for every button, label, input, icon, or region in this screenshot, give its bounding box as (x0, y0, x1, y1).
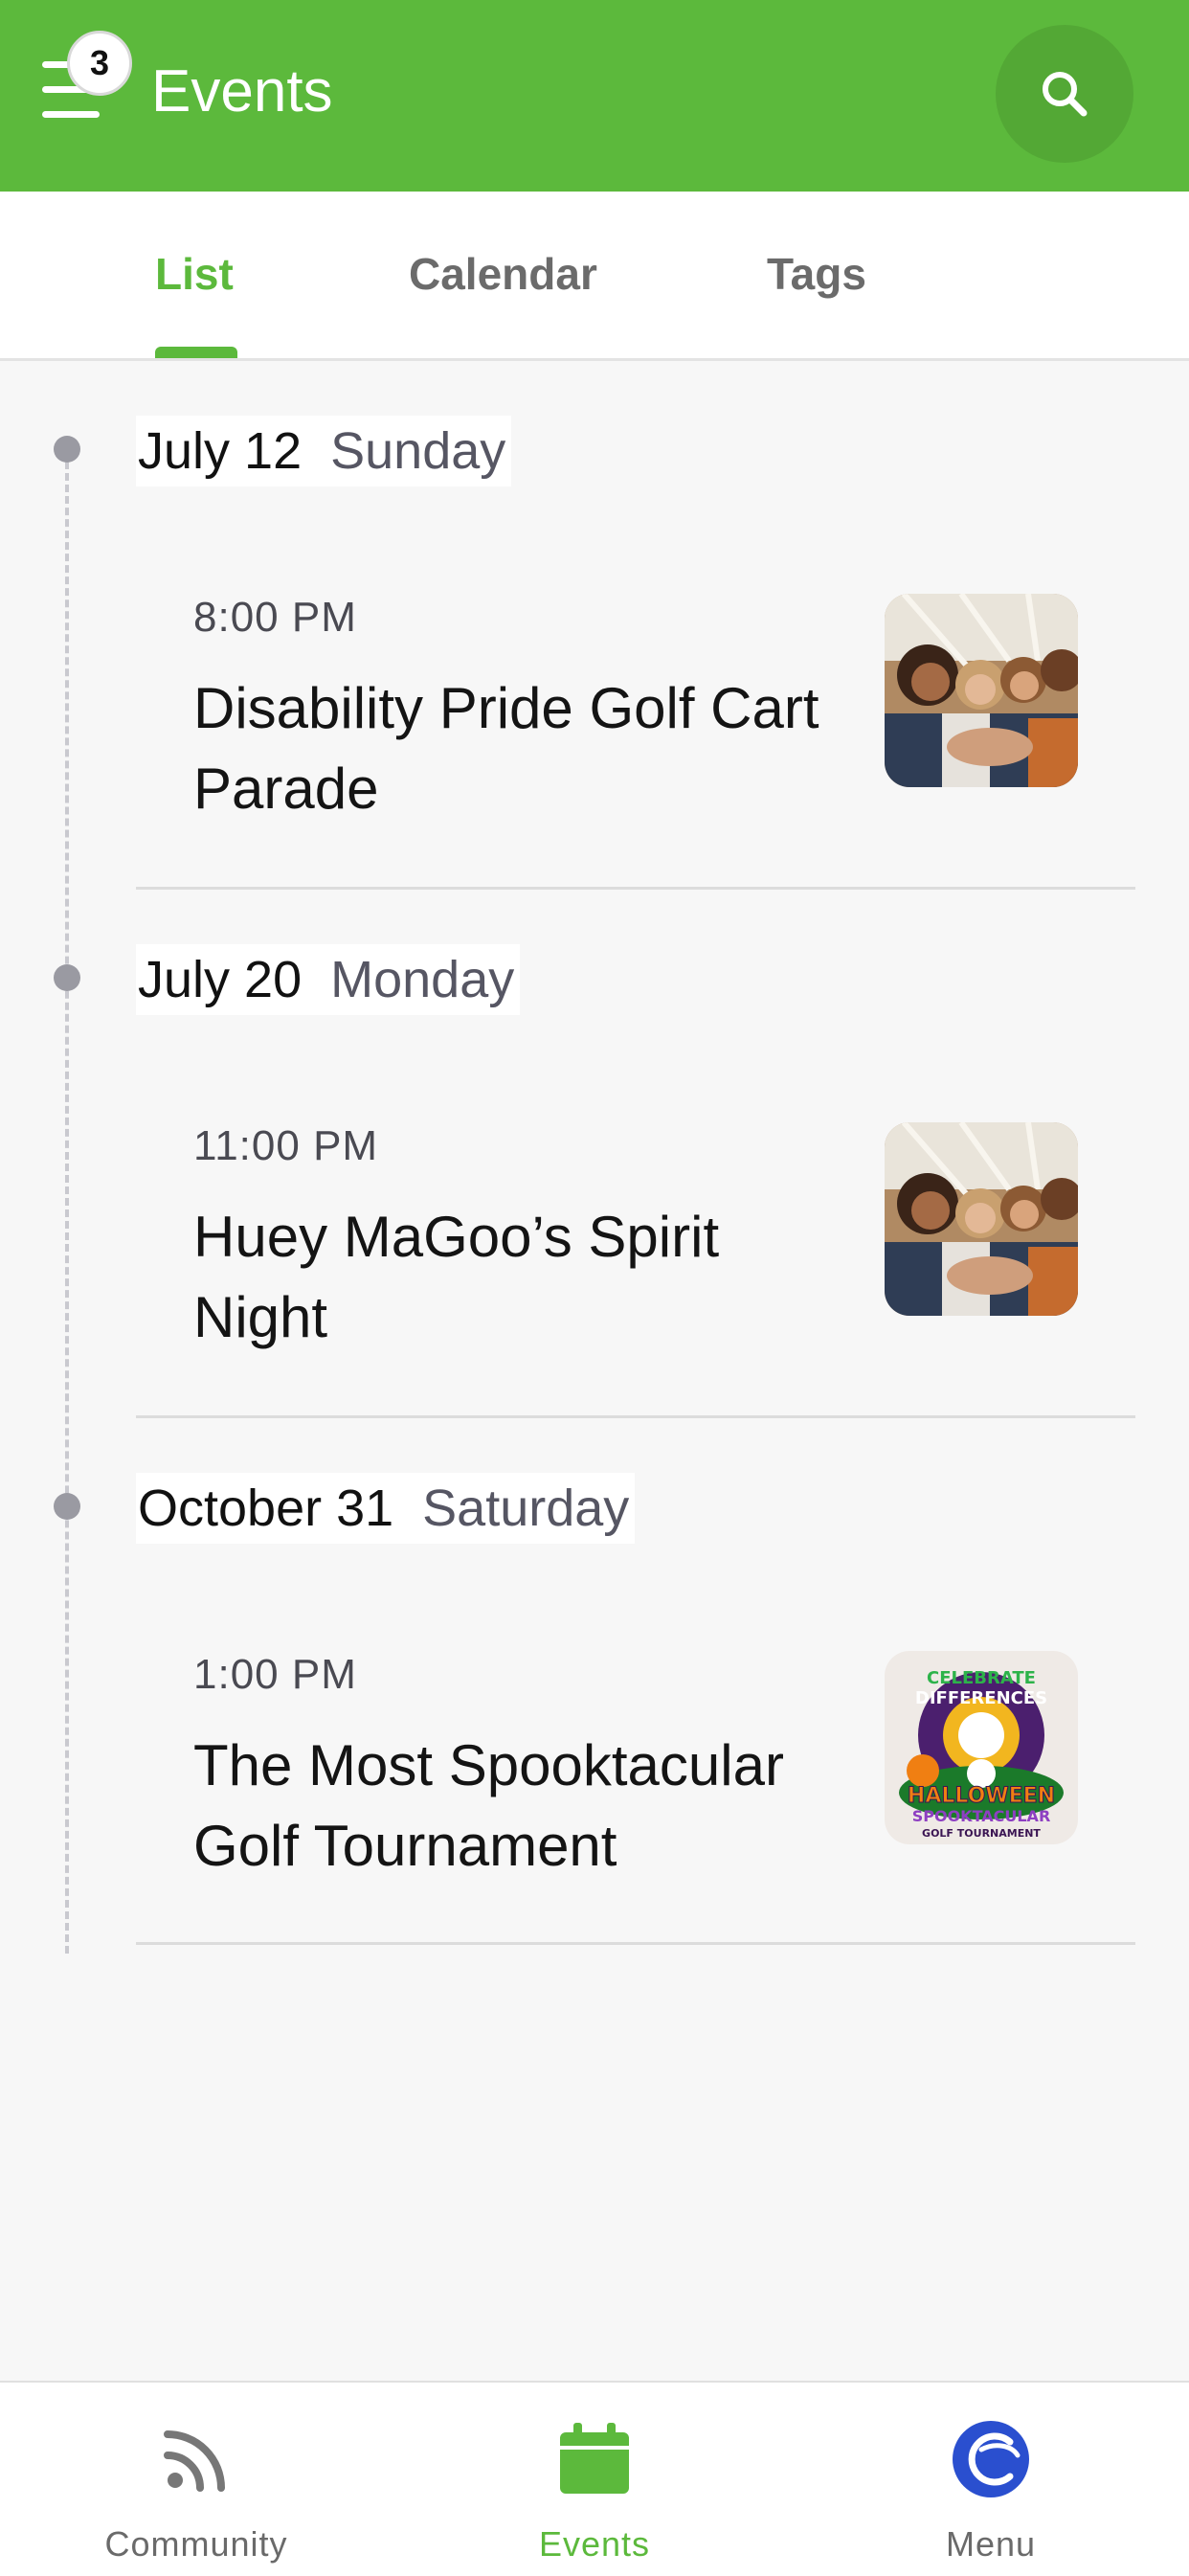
event-time: 1:00 PM (193, 1651, 357, 1698)
event-item[interactable]: 11:00 PM Huey MaGoo’s Spirit Night (0, 1084, 1189, 1419)
event-item[interactable]: 8:00 PM Disability Pride Golf Cart Parad… (0, 555, 1189, 891)
rss-icon (164, 2430, 225, 2492)
event-item[interactable]: 1:00 PM The Most Spooktacular Golf Tourn… (0, 1613, 1189, 1948)
event-time: 11:00 PM (193, 1122, 379, 1169)
event-image (885, 1122, 1078, 1316)
bottom-navigation: Community Events Menu (0, 2381, 1189, 2576)
event-image (885, 594, 1078, 787)
event-title: The Most Spooktacular Golf Tournament (193, 1733, 784, 1878)
hamburger-icon-line (42, 111, 100, 118)
divider (136, 887, 1135, 890)
date-header: July 12 Sunday (136, 416, 512, 486)
nav-community[interactable]: Community (53, 2383, 340, 2576)
event-weekday: Monday (330, 951, 515, 1008)
page-title: Events (151, 58, 333, 124)
event-date: October 31 (138, 1480, 394, 1537)
calendar-icon (560, 2423, 629, 2494)
event-title: Disability Pride Golf Cart Parade (193, 676, 819, 821)
search-icon (1043, 72, 1088, 117)
nav-label: Events (538, 2524, 651, 2564)
search-button[interactable] (996, 25, 1133, 163)
event-date: July 12 (138, 422, 303, 480)
date-header: October 31 Saturday (136, 1473, 636, 1544)
logo-text-halloween: HALLOWEEN (908, 1784, 1055, 1808)
divider (136, 1415, 1135, 1418)
event-time: 8:00 PM (193, 594, 357, 641)
logo-text-golf-tournament: GOLF TOURNAMENT (922, 1827, 1041, 1840)
tab-tags[interactable]: Tags (767, 245, 866, 303)
date-header: July 20 Monday (136, 944, 521, 1015)
timeline-dot (54, 1493, 80, 1520)
tab-bar: List Calendar Tags (0, 192, 1189, 361)
event-date: July 20 (138, 951, 303, 1008)
event-weekday: Saturday (422, 1480, 630, 1537)
nav-menu[interactable]: Menu (847, 2383, 1134, 2576)
divider (136, 1942, 1135, 1945)
active-tab-indicator (155, 347, 237, 358)
app-header: 3 Events (0, 0, 1189, 192)
nav-label: Community (104, 2524, 288, 2564)
logo-text-differences: DIFFERENCES (915, 1688, 1047, 1708)
timeline-dot (54, 436, 80, 463)
tab-calendar[interactable]: Calendar (409, 245, 597, 303)
tab-list[interactable]: List (155, 245, 234, 303)
timeline-dot (54, 964, 80, 991)
event-image-halloween-logo: CELEBRATE DIFFERENCES HALLOWEEN SPOOKTAC… (885, 1651, 1078, 1844)
notification-badge: 3 (67, 31, 132, 96)
nav-label: Menu (945, 2524, 1037, 2564)
logo-text-spooktacular: SPOOKTACULAR (912, 1807, 1051, 1825)
logo-text-celebrate: CELEBRATE (927, 1668, 1036, 1688)
event-weekday: Sunday (330, 422, 506, 480)
event-title: Huey MaGoo’s Spirit Night (193, 1205, 720, 1349)
nav-events[interactable]: Events (451, 2383, 738, 2576)
app-logo-icon (953, 2421, 1029, 2497)
